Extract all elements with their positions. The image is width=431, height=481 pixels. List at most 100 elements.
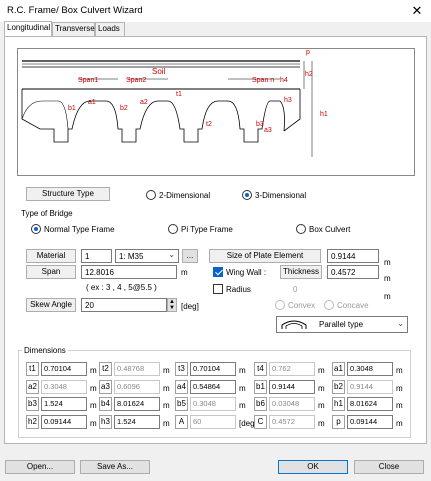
radio-box-culvert[interactable]: [296, 224, 306, 234]
dim-field-a3[interactable]: 0.6096: [114, 380, 160, 394]
label-t1: t1: [176, 91, 182, 98]
close-icon[interactable]: ✕: [408, 2, 426, 20]
material-id-field[interactable]: 1: [81, 249, 112, 263]
dim-label-a: A: [175, 415, 188, 429]
span-example: ( ex : 3 , 4 , 5@5.5 ): [86, 283, 157, 292]
radio-normal-frame-label: Normal Type Frame: [44, 225, 115, 234]
label-p: p: [306, 49, 310, 56]
radio-convex-label: Convex: [288, 301, 316, 310]
radio-convex[interactable]: [275, 300, 285, 310]
tab-longitudinal[interactable]: Longitudinal: [4, 21, 52, 36]
radio-3d-label: 3-Dimensional: [255, 191, 307, 200]
dim-label-h1: h1: [332, 397, 345, 411]
dim-field-t1[interactable]: 0.70104: [41, 362, 87, 376]
ok-button[interactable]: OK: [278, 460, 348, 474]
span-field[interactable]: 12.8016: [81, 265, 177, 279]
radio-2d[interactable]: [146, 190, 156, 200]
label-h4: h4: [280, 77, 288, 84]
dim-label-b6: b6: [254, 397, 267, 411]
open-button[interactable]: Open...: [5, 460, 75, 474]
dim-field-t2[interactable]: 0.48768: [114, 362, 160, 376]
label-h1: h1: [320, 111, 328, 118]
radio-2d-label: 2-Dimensional: [159, 191, 211, 200]
label-h3: h3: [284, 97, 292, 104]
thickness-field[interactable]: 0.4572: [327, 265, 379, 279]
dim-label-b5: b5: [175, 397, 188, 411]
dim-unit-t3: m: [239, 366, 246, 375]
dim-unit-b6: m: [318, 401, 325, 410]
thickness-unit: m: [384, 274, 391, 283]
close-button[interactable]: Close: [354, 460, 424, 474]
label-span1: Span1: [78, 77, 99, 84]
dim-field-b3[interactable]: 1.524: [41, 397, 87, 411]
dim-field-t4[interactable]: 0.762: [269, 362, 315, 376]
plate-size-field[interactable]: 0.9144: [327, 249, 379, 263]
label-a3: a3: [264, 127, 272, 134]
label-a1: a1: [88, 99, 96, 106]
dim-unit-a2: m: [90, 384, 97, 393]
label-a2: a2: [140, 99, 148, 106]
dim-unit-b3: m: [90, 401, 97, 410]
dim-unit-t4: m: [318, 366, 325, 375]
dim-label-b1: b1: [254, 380, 267, 394]
dim-field-b4[interactable]: 8.01624: [114, 397, 160, 411]
dim-field-h1[interactable]: 8.01624: [347, 397, 393, 411]
dimensions-title: Dimensions: [22, 346, 68, 355]
dim-label-b3: b3: [26, 397, 39, 411]
skew-angle-spinner[interactable]: ▲ ▼: [167, 298, 177, 312]
span-label: Span: [26, 265, 76, 279]
dim-unit-t1: m: [90, 366, 97, 375]
dim-field-a4[interactable]: 0.54864: [190, 380, 236, 394]
dim-field-b1[interactable]: 0.9144: [269, 380, 315, 394]
parallel-type-select[interactable]: Parallel type ⌄: [276, 316, 408, 333]
save-as-button[interactable]: Save As...: [80, 460, 150, 474]
wing-wall-checkbox[interactable]: [213, 267, 223, 277]
window-title: R.C. Frame/ Box Culvert Wizard: [7, 5, 143, 16]
tab-transverse[interactable]: Transverse: [52, 22, 95, 36]
radio-3d[interactable]: [242, 190, 252, 200]
frame-diagram: p h2 Soil Span1 Span2 Span n h4 h3 h1 a1…: [17, 48, 415, 176]
radio-normal-frame[interactable]: [31, 224, 41, 234]
material-grade-select[interactable]: 1: M35 ⌄: [115, 249, 179, 263]
material-browse-button[interactable]: ...: [182, 249, 198, 263]
dim-label-t4: t4: [254, 362, 267, 376]
dim-label-c: C: [254, 415, 267, 429]
label-span2: Span2: [126, 77, 147, 84]
dim-label-p: p: [332, 415, 345, 429]
dim-field-b5[interactable]: 0.3048: [190, 397, 236, 411]
radio-pi-frame[interactable]: [168, 224, 178, 234]
dim-label-h2: h2: [26, 415, 39, 429]
radio-box-culvert-label: Box Culvert: [309, 225, 351, 234]
dim-unit-a1: m: [396, 366, 403, 375]
dim-field-b2[interactable]: 0.9144: [347, 380, 393, 394]
radio-concave[interactable]: [324, 300, 334, 310]
dim-unit-t2: m: [163, 366, 170, 375]
dim-unit-c: m: [318, 419, 325, 428]
radius-checkbox[interactable]: [213, 284, 223, 294]
dim-field-h3[interactable]: 1.524: [114, 415, 160, 429]
dim-unit-h1: m: [396, 401, 403, 410]
dim-field-a1[interactable]: 0.3048: [347, 362, 393, 376]
dim-label-t1: t1: [26, 362, 39, 376]
dim-field-a[interactable]: 60: [190, 415, 236, 429]
radius-unit: m: [384, 292, 391, 301]
dim-unit-p: m: [396, 419, 403, 428]
material-label: Material: [26, 249, 76, 263]
dim-label-h3: h3: [99, 415, 112, 429]
parallel-type-value: Parallel type: [319, 320, 364, 329]
dim-field-t3[interactable]: 0.70104: [190, 362, 236, 376]
dim-field-h2[interactable]: 0.09144: [41, 415, 87, 429]
label-h2: h2: [305, 71, 313, 78]
dim-field-c[interactable]: 0.4572: [269, 415, 315, 429]
tab-loads[interactable]: Loads: [95, 22, 125, 36]
dim-field-b6[interactable]: 0.03048: [269, 397, 315, 411]
dim-unit-a3: m: [163, 384, 170, 393]
radius-value: 0: [293, 285, 298, 294]
label-soil: Soil: [152, 67, 166, 76]
chevron-down-icon: ⌄: [397, 319, 404, 328]
wing-wall-label: Wing Wall :: [226, 268, 267, 277]
dim-field-a2[interactable]: 0.3048: [41, 380, 87, 394]
dim-field-p[interactable]: 0.09144: [347, 415, 393, 429]
skew-angle-field[interactable]: 20: [81, 298, 167, 312]
dim-label-a3: a3: [99, 380, 112, 394]
